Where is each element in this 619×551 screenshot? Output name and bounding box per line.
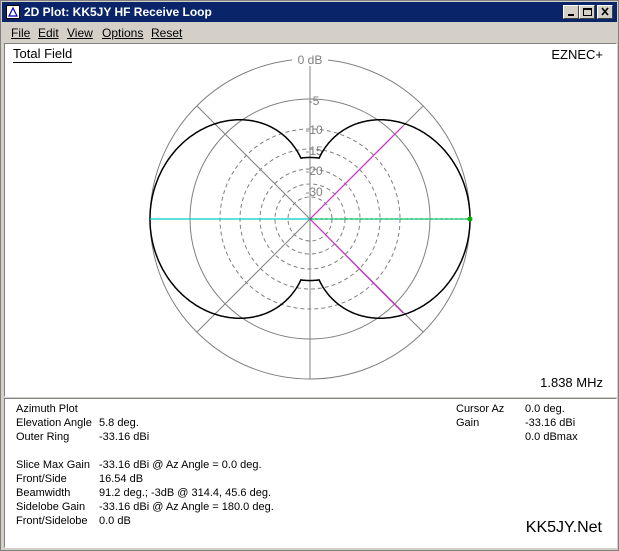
menu-file-label: File <box>11 26 31 40</box>
ring-label-10: -10 <box>305 123 323 137</box>
title-bar[interactable]: 2D Plot: KK5JY HF Receive Loop <box>2 2 617 22</box>
menu-bar: File Edit View Options Reset <box>2 23 617 42</box>
beamwidth-line-1 <box>309 125 404 220</box>
slice-max-gain-label: Slice Max Gain <box>16 459 90 471</box>
menu-file[interactable]: File <box>11 26 30 40</box>
menu-view-label: View <box>67 26 93 40</box>
cursor-marker[interactable] <box>467 216 473 222</box>
site-label: KK5JY.Net <box>525 519 602 536</box>
menu-reset[interactable]: Reset <box>151 26 182 40</box>
window-title: 2D Plot: KK5JY HF Receive Loop <box>24 5 212 19</box>
outer-ring-label: Outer Ring <box>16 431 70 443</box>
menu-edit[interactable]: Edit <box>38 26 59 40</box>
maximize-icon <box>583 8 592 16</box>
menu-view[interactable]: View <box>67 26 93 40</box>
sidelobe-gain-label: Sidelobe Gain <box>16 501 86 513</box>
cursor-gain-value: -33.16 dBi <box>525 417 576 429</box>
cursor-az-value: 0.0 deg. <box>525 403 565 415</box>
ring-label-5: -5 <box>309 94 320 108</box>
elevation-angle-value: 5.8 deg. <box>99 417 139 429</box>
front-side-label: Front/Side <box>16 473 67 485</box>
minimize-icon <box>568 14 574 16</box>
ring-label-0db: 0 dB <box>298 53 323 67</box>
front-side-value: 16.54 dB <box>99 473 144 485</box>
ring-label-20: -20 <box>305 164 323 178</box>
slice-max-gain-value: -33.16 dBi @ Az Angle = 0.0 deg. <box>99 459 262 471</box>
close-icon <box>601 7 609 16</box>
polar-chart[interactable]: 0 dB -5 -10 -15 -20 -30 <box>5 44 616 396</box>
azimuth-plot-label: Azimuth Plot <box>16 403 78 415</box>
ring-label-30: -30 <box>305 185 323 199</box>
polar-plot-panel[interactable]: Total Field EZNEC+ 0 dB -5 -10 -15 -20 -… <box>4 43 617 397</box>
menu-edit-label: Edit <box>38 26 59 40</box>
front-sidelobe-value: 0.0 dB <box>99 515 131 527</box>
beamwidth-line-2 <box>309 218 404 314</box>
plot-window: 2D Plot: KK5JY HF Receive Loop File Edit… <box>0 0 619 551</box>
front-sidelobe-label: Front/Sidelobe <box>16 515 88 527</box>
cursor-gain-label: Gain <box>456 417 480 429</box>
sidelobe-gain-value: -33.16 dBi @ Az Angle = 180.0 deg. <box>99 501 274 513</box>
beamwidth-value: 91.2 deg.; -3dB @ 314.4, 45.6 deg. <box>99 487 272 499</box>
menu-options[interactable]: Options <box>102 26 143 40</box>
close-button[interactable] <box>597 5 613 19</box>
minimize-button[interactable] <box>563 5 579 19</box>
cursor-gain-max: 0.0 dBmax <box>525 431 578 443</box>
outer-ring-value: -33.16 dBi <box>99 431 150 443</box>
app-icon[interactable] <box>6 5 20 19</box>
cursor-az-label: Cursor Az <box>456 403 505 415</box>
beamwidth-label: Beamwidth <box>16 487 71 499</box>
frequency-label: 1.838 MHz <box>540 375 603 390</box>
elevation-angle-label: Elevation Angle <box>16 417 92 429</box>
menu-reset-label: Reset <box>151 26 183 40</box>
maximize-button[interactable] <box>579 5 595 19</box>
info-panel: Azimuth Plot Elevation Angle 5.8 deg. Ou… <box>4 398 617 548</box>
menu-options-label: Options <box>102 26 144 40</box>
